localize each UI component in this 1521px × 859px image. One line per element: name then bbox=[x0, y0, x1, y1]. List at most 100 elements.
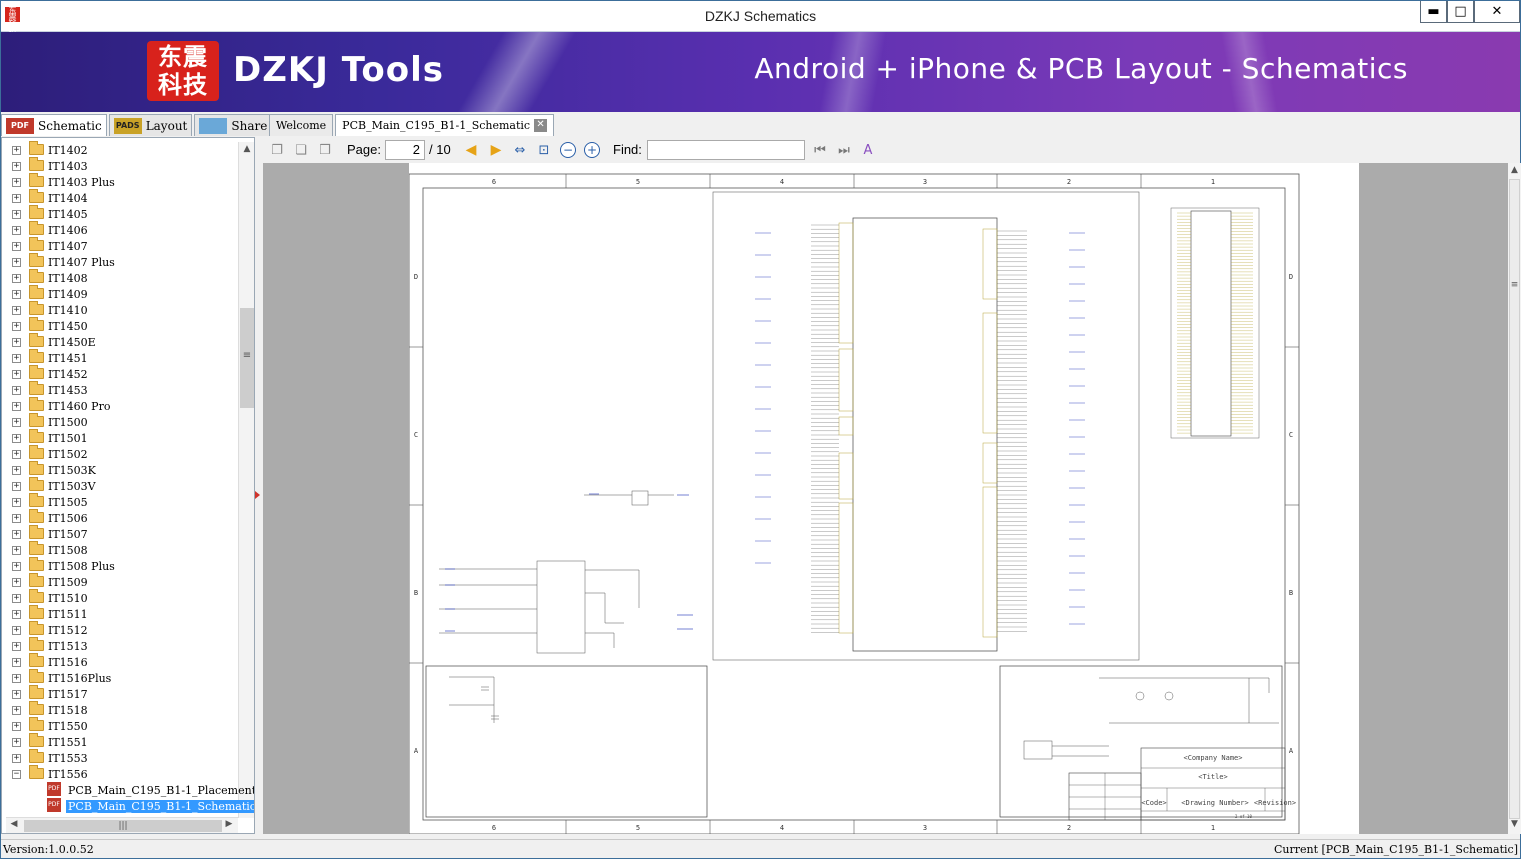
tree-item[interactable]: + IT1403 Plus bbox=[2, 173, 236, 190]
expand-icon[interactable]: + bbox=[12, 753, 21, 763]
expand-icon[interactable]: + bbox=[12, 657, 21, 667]
tree-item[interactable]: + IT1402 bbox=[2, 141, 236, 158]
tree-child-item[interactable]: PDF PCB_Main_C195_B1-1_Placement bbox=[2, 782, 254, 798]
viewer-vertical-scrollbar[interactable]: ▲ ≡ ▼ bbox=[1508, 163, 1521, 834]
tree-item[interactable]: + IT1407 bbox=[2, 237, 236, 254]
tree-item[interactable]: + IT1452 bbox=[2, 365, 236, 382]
expand-icon[interactable]: + bbox=[12, 289, 21, 299]
tree-item[interactable]: + IT1503K bbox=[2, 461, 236, 478]
expand-icon[interactable]: + bbox=[12, 481, 21, 491]
tree-horizontal-scrollbar[interactable]: ◀ ||| ▶ bbox=[6, 817, 238, 833]
tree-item[interactable]: + IT1403 bbox=[2, 157, 236, 174]
tree-item[interactable]: + IT1508 bbox=[2, 541, 236, 558]
tree-item[interactable]: + IT1513 bbox=[2, 637, 236, 654]
scroll-left-icon[interactable]: ◀ bbox=[7, 819, 21, 833]
tree-item[interactable]: + IT1450 bbox=[2, 317, 236, 334]
expand-icon[interactable]: + bbox=[12, 401, 21, 411]
tree-item[interactable]: + IT1516Plus bbox=[2, 669, 236, 686]
tab-welcome[interactable]: Welcome bbox=[269, 114, 334, 136]
tree-item[interactable]: − IT1556 bbox=[2, 765, 236, 782]
find-previous-icon[interactable]: ⏮ bbox=[811, 141, 829, 159]
expand-icon[interactable]: + bbox=[12, 177, 21, 187]
expand-icon[interactable]: + bbox=[12, 577, 21, 587]
tab-layout[interactable]: PADS Layout bbox=[108, 114, 193, 136]
copy-page-icon[interactable]: ❏ bbox=[292, 141, 310, 159]
expand-icon[interactable]: + bbox=[12, 241, 21, 251]
find-next-icon[interactable]: ⏭ bbox=[835, 141, 853, 159]
expand-icon[interactable]: + bbox=[12, 593, 21, 603]
expand-icon[interactable]: + bbox=[12, 193, 21, 203]
panel-splitter-arrow-icon[interactable] bbox=[255, 491, 260, 499]
expand-icon[interactable]: + bbox=[12, 161, 21, 171]
expand-icon[interactable]: + bbox=[12, 705, 21, 715]
expand-icon[interactable]: + bbox=[12, 209, 21, 219]
scroll-up-icon[interactable]: ▲ bbox=[241, 144, 253, 158]
tab-schematic[interactable]: PDF Schematic bbox=[1, 114, 107, 136]
expand-icon[interactable]: + bbox=[12, 625, 21, 635]
tree-item[interactable]: + IT1518 bbox=[2, 701, 236, 718]
tree-item[interactable]: + IT1505 bbox=[2, 493, 236, 510]
tree-item[interactable]: + IT1451 bbox=[2, 349, 236, 366]
expand-icon[interactable]: + bbox=[12, 225, 21, 235]
expand-icon[interactable]: + bbox=[12, 273, 21, 283]
expand-icon[interactable]: + bbox=[12, 257, 21, 267]
zoom-in-icon[interactable]: + bbox=[584, 142, 600, 158]
tree-item[interactable]: + IT1501 bbox=[2, 429, 236, 446]
page-number-input[interactable]: 2 bbox=[385, 140, 425, 160]
expand-icon[interactable]: + bbox=[12, 337, 21, 347]
expand-icon[interactable]: + bbox=[12, 689, 21, 699]
zoom-out-icon[interactable]: − bbox=[560, 142, 576, 158]
viewer-scroll-down-icon[interactable]: ▼ bbox=[1508, 819, 1521, 833]
tree-item[interactable]: + IT1404 bbox=[2, 189, 236, 206]
tree-item[interactable]: + IT1511 bbox=[2, 605, 236, 622]
tree-item[interactable]: + IT1517 bbox=[2, 685, 236, 702]
tree-item[interactable]: + IT1507 bbox=[2, 525, 236, 542]
tab-share[interactable]: Share bbox=[194, 114, 273, 136]
fit-width-icon[interactable]: ⇔ bbox=[511, 141, 529, 159]
tree-item[interactable]: + IT1502 bbox=[2, 445, 236, 462]
close-tab-icon[interactable]: ✕ bbox=[534, 119, 548, 132]
expand-icon[interactable]: + bbox=[12, 529, 21, 539]
open-document-icon[interactable]: ❐ bbox=[268, 141, 286, 159]
tree-hscroll-thumb[interactable]: ||| bbox=[24, 820, 222, 832]
expand-icon[interactable]: + bbox=[12, 545, 21, 555]
expand-icon[interactable]: + bbox=[12, 561, 21, 571]
expand-icon[interactable]: + bbox=[12, 305, 21, 315]
viewer-scroll-thumb[interactable]: ≡ bbox=[1509, 179, 1520, 819]
expand-icon[interactable]: + bbox=[12, 417, 21, 427]
find-input[interactable] bbox=[647, 140, 805, 160]
close-button[interactable]: ✕ bbox=[1474, 1, 1520, 23]
tree-scroll-thumb[interactable]: ≡ bbox=[240, 308, 254, 408]
tree-item[interactable]: + IT1509 bbox=[2, 573, 236, 590]
expand-icon[interactable]: + bbox=[12, 497, 21, 507]
expand-icon[interactable]: + bbox=[12, 353, 21, 363]
tree-item[interactable]: + IT1453 bbox=[2, 381, 236, 398]
tree-item[interactable]: + IT1407 Plus bbox=[2, 253, 236, 270]
tree-item[interactable]: + IT1506 bbox=[2, 509, 236, 526]
expand-icon[interactable]: + bbox=[12, 737, 21, 747]
tab-schematic-document[interactable]: PCB_Main_C195_B1-1_Schematic ✕ bbox=[335, 114, 555, 136]
minimize-button[interactable]: ▬ bbox=[1420, 1, 1447, 23]
match-case-icon[interactable]: A bbox=[859, 141, 877, 159]
tree-item[interactable]: + IT1550 bbox=[2, 717, 236, 734]
previous-page-icon[interactable]: ◀ bbox=[462, 141, 480, 159]
expand-icon[interactable]: + bbox=[12, 673, 21, 683]
expand-icon[interactable]: + bbox=[12, 513, 21, 523]
expand-icon[interactable]: + bbox=[12, 721, 21, 731]
tree-item[interactable]: + IT1508 Plus bbox=[2, 557, 236, 574]
expand-icon[interactable]: + bbox=[12, 641, 21, 651]
expand-icon[interactable]: + bbox=[12, 449, 21, 459]
tree-item[interactable]: + IT1408 bbox=[2, 269, 236, 286]
tree-item[interactable]: + IT1406 bbox=[2, 221, 236, 238]
tree-item[interactable]: + IT1405 bbox=[2, 205, 236, 222]
tree-item[interactable]: + IT1503V bbox=[2, 477, 236, 494]
tree-item[interactable]: + IT1410 bbox=[2, 301, 236, 318]
tree-item[interactable]: + IT1500 bbox=[2, 413, 236, 430]
next-page-icon[interactable]: ▶ bbox=[487, 141, 505, 159]
maximize-button[interactable]: □ bbox=[1447, 1, 1474, 23]
tree-item[interactable]: + IT1516 bbox=[2, 653, 236, 670]
pages-icon[interactable]: ❒ bbox=[316, 141, 334, 159]
tree-item[interactable]: + IT1553 bbox=[2, 749, 236, 766]
scroll-right-icon[interactable]: ▶ bbox=[222, 819, 236, 833]
expand-icon[interactable]: + bbox=[12, 385, 21, 395]
